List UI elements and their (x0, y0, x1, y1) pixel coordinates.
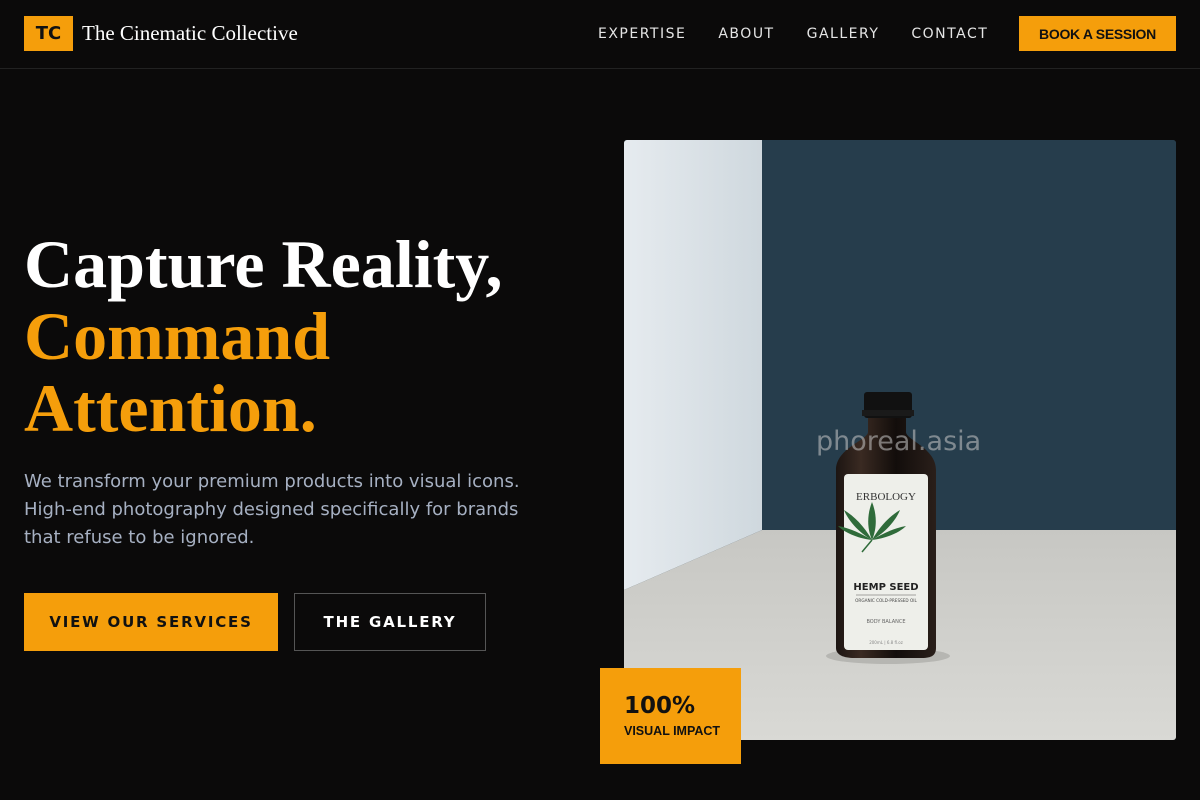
site-header: TC The Cinematic Collective EXPERTISE AB… (0, 0, 1200, 69)
headline-line-1: Capture Reality, (24, 226, 503, 302)
stat-value: 100% (624, 693, 696, 719)
nav-item-gallery[interactable]: GALLERY (807, 25, 880, 43)
headline-line-3: Attention. (24, 370, 317, 446)
nav-item-contact[interactable]: CONTACT (911, 25, 988, 43)
stat-label: VISUAL IMPACT (624, 724, 721, 738)
label-volume: 200mL | 6.8 fl.oz (869, 640, 903, 645)
hero-subtext: We transform your premium products into … (24, 471, 520, 548)
gallery-button[interactable]: THE GALLERY (294, 593, 486, 651)
book-session-button[interactable]: BOOK A SESSION (1019, 16, 1176, 51)
label-brand: ERBOLOGY (856, 491, 916, 503)
main-nav: EXPERTISE ABOUT GALLERY CONTACT (598, 25, 1020, 43)
stat-badge: 100% VISUAL IMPACT (600, 668, 741, 764)
watermark: phoreal.asia (816, 426, 982, 457)
view-services-button[interactable]: VIEW OUR SERVICES (24, 593, 278, 651)
logo-mark: TC (24, 16, 73, 51)
brand-name: The Cinematic Collective (82, 21, 298, 45)
label-tag: BODY BALANCE (866, 619, 905, 625)
nav-item-about[interactable]: ABOUT (718, 25, 774, 43)
label-sub: ORGANIC COLD-PRESSED OIL (855, 598, 917, 603)
label-product: HEMP SEED (853, 582, 918, 593)
hero-headline: Capture Reality, Command Attention. (24, 228, 503, 444)
nav-item-expertise[interactable]: EXPERTISE (598, 25, 686, 43)
headline-line-2: Command (24, 298, 331, 374)
product-photo: ERBOLOGY HEMP SEED ORGANIC COLD-PRESSED … (624, 140, 1176, 740)
brand-logo[interactable]: TC The Cinematic Collective (24, 16, 298, 51)
